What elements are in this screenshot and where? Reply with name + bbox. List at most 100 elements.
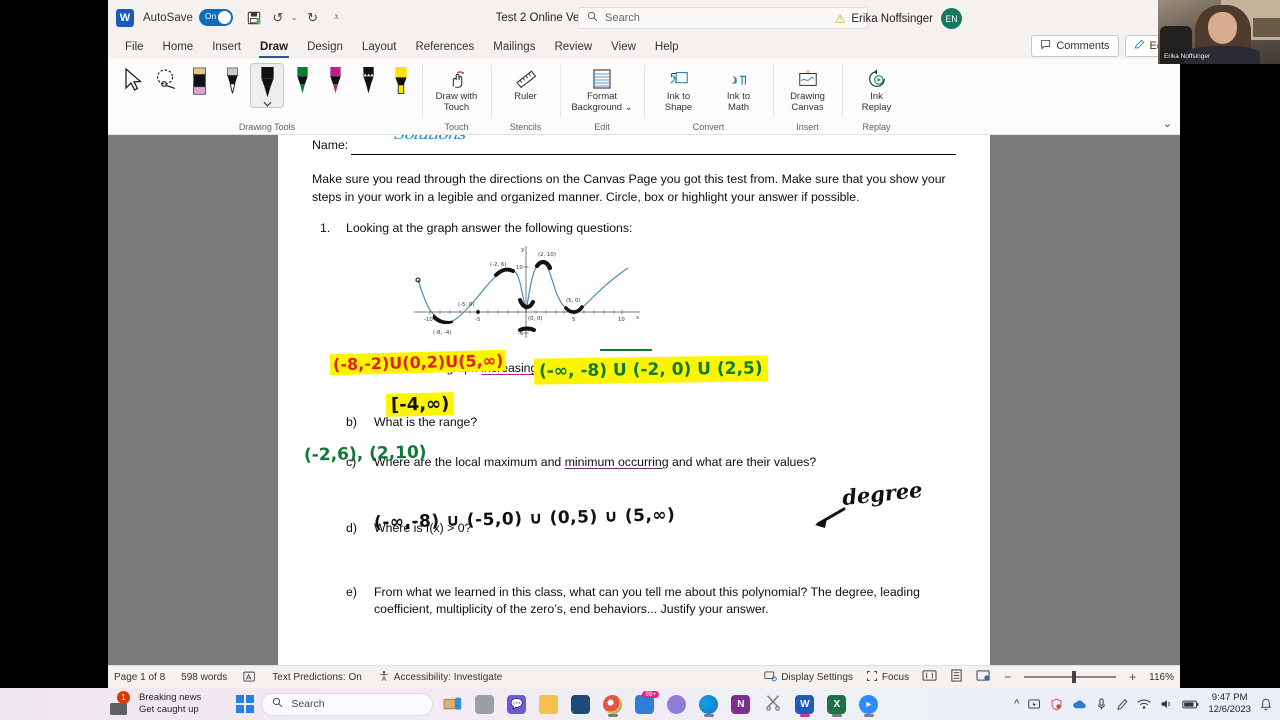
taskbar-app-chrome[interactable] <box>600 692 625 717</box>
autosave-toggle[interactable]: On <box>198 9 233 26</box>
taskview-button[interactable] <box>440 692 465 717</box>
taskbar-clock[interactable]: 9:47 PM 12/6/2023 <box>1208 692 1251 716</box>
tab-review[interactable]: Review <box>545 39 601 55</box>
security-icon[interactable] <box>1050 698 1063 711</box>
ink-to-shape-button[interactable]: Ink to Shape <box>650 63 707 114</box>
taskbar-app-word[interactable]: W <box>792 692 817 717</box>
graph-point-label-min3: (5, 0) <box>566 298 581 304</box>
svg-text:10: 10 <box>516 265 523 271</box>
ink-to-math-button[interactable]: Ink to Math <box>710 63 767 114</box>
drawing-canvas-button[interactable]: Drawing Canvas <box>779 63 836 114</box>
pen-magenta-tool[interactable] <box>320 63 350 99</box>
taskbar-app-photos[interactable] <box>664 692 689 717</box>
lasso-select-tool[interactable] <box>151 63 181 93</box>
svg-text:-6: -6 <box>518 331 524 337</box>
battery-icon[interactable] <box>1182 699 1199 710</box>
zoom-out-button[interactable]: − <box>1004 670 1011 684</box>
ink-green-underline <box>600 349 652 351</box>
quick-access-overflow-icon[interactable]: ⩡ <box>326 7 348 29</box>
autosave-label: AutoSave <box>143 11 193 24</box>
pen-black-zigzag-tool[interactable] <box>353 63 383 99</box>
microphone-icon[interactable] <box>1096 697 1107 711</box>
start-button-icon[interactable] <box>236 695 255 713</box>
volume-icon[interactable] <box>1160 698 1173 710</box>
zoom-slider[interactable] <box>1024 671 1117 683</box>
pen-icon[interactable] <box>1116 698 1128 711</box>
ribbon-group-label-edit: Edit <box>594 122 610 132</box>
tab-mailings[interactable]: Mailings <box>484 39 544 55</box>
select-arrow-tool[interactable] <box>118 63 148 93</box>
accessibility-status[interactable]: Accessibility: Investigate <box>378 670 502 685</box>
news-widget[interactable]: 1 Breaking news Get caught up <box>110 691 201 715</box>
taskbar-app-excel[interactable]: X <box>824 692 849 717</box>
collapse-ribbon-chevron-icon[interactable]: ⌄ <box>1163 117 1172 130</box>
tab-help[interactable]: Help <box>646 39 688 55</box>
ink-answer-c-maxima: (-2,6), (2,10) <box>303 442 427 466</box>
taskbar-app-mail[interactable]: 99+ <box>632 690 660 717</box>
zoom-slider-thumb[interactable] <box>1071 671 1076 683</box>
zoom-level-label[interactable]: 116% <box>1149 672 1174 683</box>
question-1b-text: What is the range? <box>374 415 478 430</box>
snipping-tool-icon <box>764 693 782 716</box>
news-widget-icon: 1 <box>110 691 132 715</box>
taskbar-app-snipping-tool[interactable] <box>760 692 785 717</box>
taskbar-app-zoom[interactable]: ▶ <box>856 692 881 717</box>
comments-button[interactable]: Comments <box>1031 35 1119 57</box>
tab-draw[interactable]: Draw <box>251 39 297 58</box>
word-count[interactable]: 598 words <box>181 672 227 683</box>
tab-home[interactable]: Home <box>154 39 203 55</box>
proofing-icon[interactable] <box>243 671 256 683</box>
word-icon: W <box>795 694 815 714</box>
tab-layout[interactable]: Layout <box>353 39 406 55</box>
ink-replay-button[interactable]: Ink Replay <box>848 63 905 114</box>
avatar[interactable]: EN <box>941 8 962 29</box>
web-layout-view-button[interactable] <box>976 669 991 685</box>
redo-icon[interactable]: ↻ <box>302 7 324 29</box>
taskbar-app-teams[interactable]: 💬 <box>504 692 529 717</box>
running-indicator-dot <box>831 714 842 717</box>
tab-design[interactable]: Design <box>298 39 352 55</box>
format-background-button[interactable]: Format Background ⌄ <box>566 63 638 114</box>
wifi-icon[interactable] <box>1137 699 1151 710</box>
pen-black-tool-selected[interactable] <box>250 63 284 108</box>
draw-ribbon: Drawing Tools Draw with Touch Touch Rule… <box>108 59 1180 135</box>
taskbar-app-edge[interactable] <box>696 692 721 717</box>
zoom-in-button[interactable]: + <box>1129 670 1136 684</box>
taskbar-app-store[interactable] <box>568 692 593 717</box>
eraser-tool[interactable] <box>184 63 214 99</box>
tab-insert[interactable]: Insert <box>203 39 250 55</box>
pencil-tool[interactable] <box>217 63 247 99</box>
search-input[interactable]: Search <box>578 7 868 29</box>
page-indicator[interactable]: Page 1 of 8 <box>114 672 165 683</box>
display-settings-button[interactable]: Display Settings <box>764 670 853 685</box>
save-icon[interactable] <box>243 7 265 29</box>
taskbar-app-file-explorer[interactable] <box>536 692 561 717</box>
webcam-video-overlay[interactable]: Erika Noffsinger <box>1158 0 1280 64</box>
account-area[interactable]: ⚠ Erika Noffsinger EN <box>835 8 962 29</box>
undo-dropdown-chevron-icon[interactable]: ⌄ <box>291 13 298 22</box>
text-predictions-status[interactable]: Text Predictions: On <box>272 672 361 683</box>
undo-icon[interactable]: ↺ <box>267 7 289 29</box>
draw-with-touch-button[interactable]: Draw with Touch <box>428 63 485 114</box>
taskbar-app-explorer[interactable] <box>472 692 497 717</box>
onedrive-icon[interactable] <box>1072 699 1087 710</box>
print-layout-view-button[interactable] <box>950 669 963 685</box>
pen-green-tool[interactable] <box>287 63 317 99</box>
tab-view[interactable]: View <box>602 39 645 55</box>
webcam-person-face <box>1208 11 1238 44</box>
taskbar-search-input[interactable]: Search <box>261 692 434 716</box>
search-icon <box>587 11 598 25</box>
display-settings-icon <box>764 670 777 685</box>
ruler-button[interactable]: Ruler <box>497 63 554 103</box>
drawing-canvas-icon <box>796 66 820 92</box>
show-hidden-icons-chevron-icon[interactable]: ^ <box>1014 698 1019 710</box>
focus-button[interactable]: Focus <box>866 670 909 685</box>
read-mode-view-button[interactable] <box>922 669 937 685</box>
highlighter-yellow-tool[interactable] <box>386 63 416 99</box>
document-scroll-area[interactable]: Name: Solutions Make sure you read throu… <box>108 135 1180 665</box>
tab-file[interactable]: File <box>116 39 153 55</box>
tab-references[interactable]: References <box>406 39 483 55</box>
battery-saver-icon[interactable] <box>1028 698 1041 710</box>
notifications-bell-icon[interactable] <box>1260 698 1272 711</box>
taskbar-app-onenote[interactable]: N <box>728 692 753 717</box>
